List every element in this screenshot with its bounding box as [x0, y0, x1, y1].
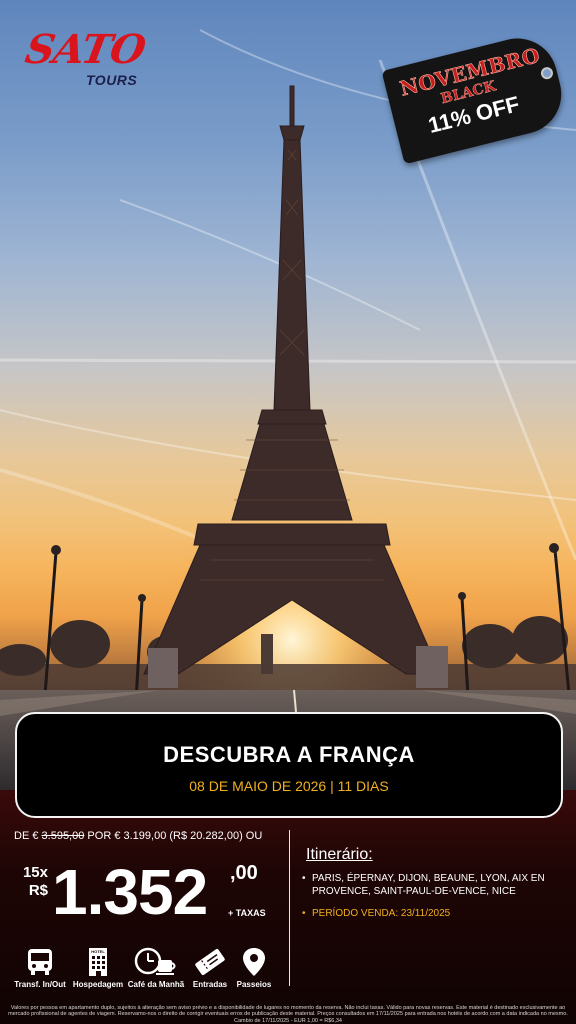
- breakfast-icon: [134, 947, 176, 975]
- itinerary-title: Itinerário:: [306, 846, 373, 863]
- installment-count: 15x: [22, 864, 48, 881]
- hotel-icon: HOTEL: [89, 948, 107, 976]
- price-summary: DE € 3.595,00 POR € 3.199,00 (R$ 20.282,…: [14, 830, 262, 842]
- bullet-icon: •: [302, 908, 306, 919]
- installment-amount: 1.352: [52, 856, 208, 928]
- hotel-sign: HOTEL: [91, 949, 105, 954]
- title-box: DESCUBRA A FRANÇA 08 DE MAIO DE 2026 | 1…: [15, 712, 563, 818]
- taxes-label: + TAXAS: [228, 908, 266, 918]
- ticket-icon: [195, 949, 225, 975]
- include-tours: Passeios: [224, 946, 284, 990]
- include-label: Café da Manhã: [127, 980, 185, 989]
- bullet-icon: •: [302, 873, 306, 884]
- location-pin-icon: [243, 948, 265, 976]
- cities-list: PARIS, ÉPERNAY, DIJON, BEAUNE, LYON, AIX…: [312, 873, 545, 897]
- includes-icons: Transf. In/Out HOTEL Hospedagem Café da …: [10, 946, 280, 1006]
- currency-symbol: R$: [28, 882, 48, 899]
- installment-cents: ,00: [230, 862, 258, 884]
- include-breakfast: Café da Manhã: [126, 946, 186, 990]
- trip-date-duration: 08 DE MAIO DE 2026 | 11 DIAS: [189, 778, 389, 794]
- installments-block: 15x R$: [18, 864, 48, 900]
- from-label: DE €: [14, 830, 39, 842]
- include-transfer: Transf. In/Out: [10, 946, 70, 990]
- page-title: DESCUBRA A FRANÇA: [163, 742, 415, 767]
- itinerary-cities: • PARIS, ÉPERNAY, DIJON, BEAUNE, LYON, A…: [302, 872, 564, 898]
- sale-period: • PERÍODO VENDA: 23/11/2025: [302, 908, 564, 919]
- logo-wordmark: SATO: [21, 26, 149, 73]
- bus-icon: [28, 949, 52, 975]
- new-price: POR € 3.199,00 (R$ 20.282,00) OU: [87, 830, 263, 842]
- include-hotel: HOTEL Hospedagem: [68, 946, 128, 990]
- logo-subtitle: TOURS: [86, 72, 138, 88]
- include-label: Hospedagem: [72, 980, 124, 989]
- disclaimer-text: Valores por pessoa em apartamento duplo,…: [8, 1005, 568, 1024]
- sale-period-text: PERÍODO VENDA: 23/11/2025: [312, 908, 451, 919]
- include-label: Transf. In/Out: [14, 980, 66, 989]
- vertical-divider: [289, 830, 290, 986]
- old-price: 3.595,00: [41, 830, 85, 842]
- sato-tours-logo: SATO TOURS: [22, 26, 156, 96]
- include-label: Passeios: [236, 980, 272, 989]
